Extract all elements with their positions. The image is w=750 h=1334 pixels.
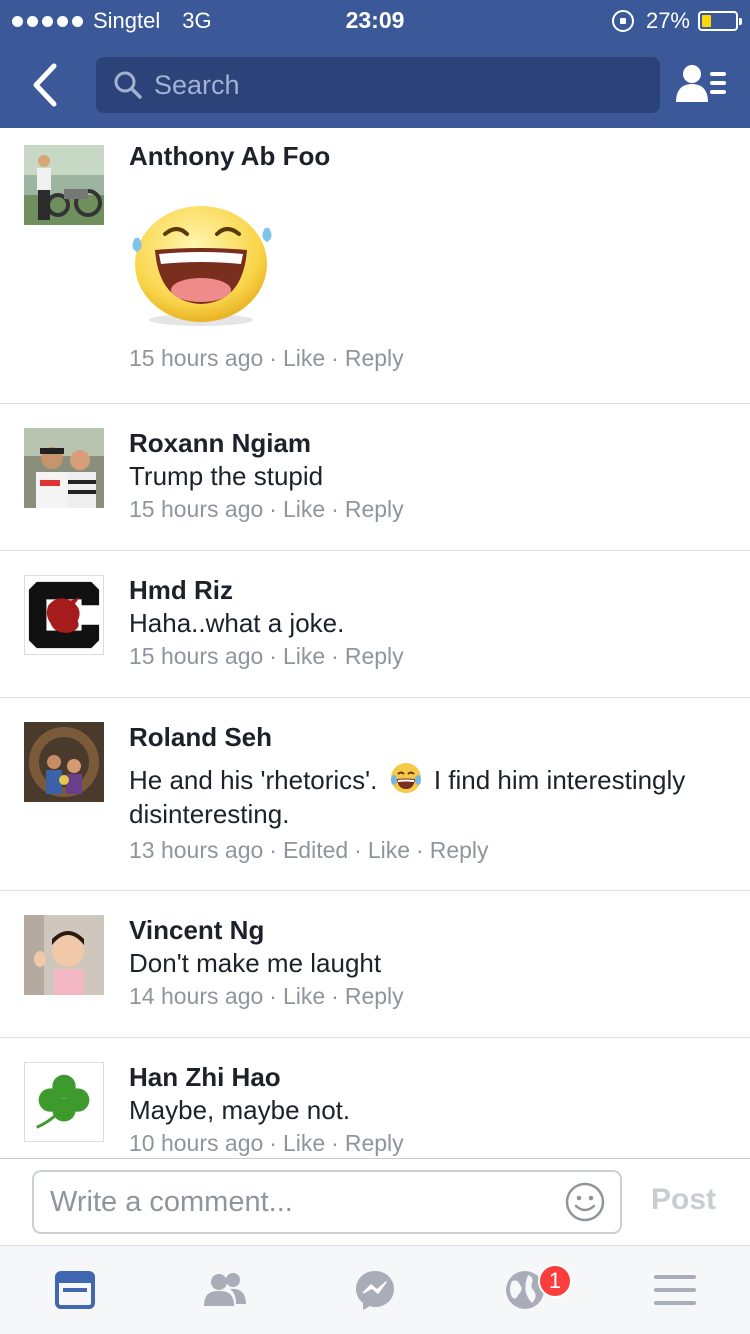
like-link[interactable]: Like [283,643,325,669]
comment-author[interactable]: Vincent Ng [129,914,730,946]
back-button[interactable] [22,58,72,112]
tab-menu[interactable] [600,1246,750,1334]
comment-meta: 15 hours ago · Like · Reply [129,643,404,669]
tab-bar: 1 [0,1246,750,1334]
navigation-header: Singtel 3G 23:09 27% Search [0,0,750,128]
like-link[interactable]: Like [283,496,325,522]
comment-meta: 13 hours ago · Edited · Like · Reply [129,837,489,863]
comment-composer: Write a comment... Post [0,1158,750,1246]
avatar-photo [25,576,103,654]
comment-item: Han Zhi Hao Maybe, maybe not. 10 hours a… [0,1038,750,1158]
status-bar: Singtel 3G 23:09 27% [0,0,750,40]
avatar[interactable] [24,915,104,995]
comment-time: 10 hours ago [129,1130,264,1156]
avatar[interactable] [24,722,104,802]
reply-link[interactable]: Reply [345,345,404,371]
tears-of-joy-emoji-icon [390,763,421,793]
friends-icon [204,1273,246,1306]
friend-requests-icon [676,65,726,102]
comment-author[interactable]: Roland Seh [129,721,730,753]
comment-time: 15 hours ago [129,345,264,371]
comment-item: Roxann Ngiam Trump the stupid 15 hours a… [0,404,750,551]
like-link[interactable]: Like [283,345,325,371]
comment-item: Vincent Ng Don't make me laught 14 hours… [0,891,750,1038]
like-link[interactable]: Like [283,1130,325,1156]
rotation-lock-icon [611,10,634,32]
reply-link[interactable]: Reply [345,496,404,522]
comment-text-part: He and his 'rhetorics'. [129,765,378,795]
comments-list: Anthony Ab Foo 15 hours ago · Like · Rep… [0,128,750,1158]
battery-level [702,15,711,27]
avatar-photo [24,145,104,225]
avatar-photo [25,1063,103,1141]
menu-icon [654,1275,696,1305]
avatar-photo [24,915,104,995]
avatar[interactable] [24,145,104,225]
comment-text: Maybe, maybe not. [129,1095,351,1125]
comment-meta: 15 hours ago · Like · Reply [129,345,404,371]
emoji-picker-icon[interactable] [564,1181,606,1223]
reply-link[interactable]: Reply [345,1130,404,1156]
comment-placeholder: Write a comment... [50,1185,293,1218]
comment-item: Hmd Riz Haha..what a joke. 15 hours ago ·… [0,551,750,698]
reply-link[interactable]: Reply [345,643,404,669]
comment-time: 13 hours ago [129,837,264,863]
comment-item: Anthony Ab Foo 15 hours ago · Like · Rep… [0,128,750,404]
battery-icon [698,11,742,31]
comment-author[interactable]: Han Zhi Hao [129,1061,730,1093]
comment-text: Haha..what a joke. [129,608,345,638]
post-button[interactable]: Post [651,1183,716,1217]
avatar-photo [24,428,104,508]
like-link[interactable]: Like [283,983,325,1009]
like-link[interactable]: Like [368,837,410,863]
messenger-icon [356,1271,394,1310]
tab-friends[interactable] [150,1246,300,1334]
search-icon [114,71,142,99]
search-placeholder: Search [154,69,240,100]
search-input[interactable]: Search [96,57,660,113]
avatar[interactable] [24,1062,104,1142]
comment-time: 15 hours ago [129,643,264,669]
battery-percent: 27% [645,8,690,33]
notification-badge: 1 [538,1264,572,1298]
friend-requests-button[interactable] [676,62,730,108]
comment-author[interactable]: Roxann Ngiam [129,427,730,459]
comment-time: 15 hours ago [129,496,264,522]
comment-meta: 15 hours ago · Like · Reply [129,496,404,522]
comment-text: Trump the stupid [129,461,324,491]
avatar[interactable] [24,428,104,508]
comment-meta: 14 hours ago · Like · Reply [129,983,404,1009]
comment-author[interactable]: Hmd Riz [129,574,730,606]
news-feed-icon [55,1271,95,1309]
tab-messenger[interactable] [300,1246,450,1334]
reply-link[interactable]: Reply [345,983,404,1009]
comment-item: Roland Seh He and his 'rhetorics'. I fin… [0,698,750,891]
avatar-photo [24,722,104,802]
chevron-left-icon [33,63,57,107]
comment-text: He and his 'rhetorics'. I find him inter… [129,761,730,831]
laughing-sticker [132,206,272,326]
comment-time: 14 hours ago [129,983,264,1009]
comment-text: Don't make me laught [129,948,382,978]
comment-meta: 10 hours ago · Like · Reply [129,1130,404,1156]
comment-input[interactable]: Write a comment... [32,1170,622,1234]
comment-author[interactable]: Anthony Ab Foo [129,140,730,172]
tab-news-feed[interactable] [0,1246,150,1334]
avatar[interactable] [24,575,104,655]
edited-label: Edited [282,837,349,863]
tab-notifications[interactable]: 1 [450,1246,600,1334]
reply-link[interactable]: Reply [430,837,489,863]
